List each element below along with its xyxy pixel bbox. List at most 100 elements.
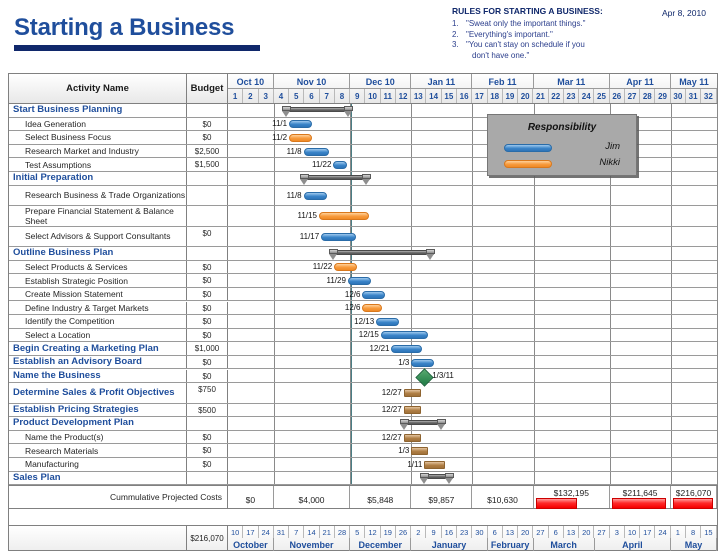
task-bar[interactable]	[333, 161, 348, 170]
gantt-row[interactable]: Establish an Advisory Board $0 1/3	[9, 355, 717, 370]
footer-month-cell: April	[595, 538, 672, 551]
task-start-date-label: 12/27	[381, 405, 402, 415]
week-header-cell: 2	[243, 89, 259, 103]
gantt-row[interactable]: Select Products & Services $0 11/22	[9, 260, 717, 275]
row-timeline-cell: 1/3/11	[228, 368, 717, 387]
rule-item: 1. "Sweat only the important things."	[452, 19, 586, 28]
summary-bar[interactable]	[283, 106, 352, 112]
gantt-row[interactable]: Create Mission Statement $0 12/6	[9, 287, 717, 302]
gantt-row[interactable]: Research Materials $0 1/3	[9, 444, 717, 458]
task-bar[interactable]	[362, 290, 386, 299]
task-bar[interactable]	[424, 460, 445, 469]
month-header-cell: Dec 10	[350, 74, 412, 89]
budget-cell: $1,500	[187, 158, 228, 171]
activity-name-label: Select Advisors & Support Consultants	[25, 231, 171, 242]
summary-bar[interactable]	[330, 249, 435, 255]
week-header-cell: 22	[549, 89, 564, 103]
footer-week-cell: 3	[610, 526, 625, 538]
week-header-cell: 15	[442, 89, 457, 103]
footer-week-cell: 14	[304, 526, 320, 538]
budget-cell	[187, 185, 228, 206]
row-timeline-cell: 12/21	[228, 342, 717, 355]
task-bar[interactable]	[334, 263, 358, 272]
row-timeline-cell	[228, 472, 717, 485]
gantt-row[interactable]: Select a Location $0 12/15	[9, 328, 717, 343]
gantt-row[interactable]: Name the Business $0 1/3/11	[9, 368, 717, 387]
row-timeline-cell	[228, 247, 717, 260]
summary-bar-endcap	[282, 105, 291, 117]
task-bar[interactable]	[289, 120, 313, 129]
gantt-row[interactable]: Establish Pricing Strategies $500 12/27	[9, 403, 717, 418]
task-bar[interactable]	[380, 331, 429, 340]
week-header-cell: 29	[655, 89, 671, 103]
task-bar[interactable]	[347, 277, 371, 286]
gantt-row[interactable]: Research Business & Trade Organizations 1…	[9, 185, 717, 207]
budget-cell: $1,000	[187, 342, 228, 355]
budget-cell: $0	[187, 355, 228, 369]
footer-week-cell: 5	[350, 526, 366, 538]
gantt-row[interactable]: Outline Business Plan	[9, 247, 717, 261]
budget-cell: $0	[187, 444, 228, 457]
budget-cell: $0	[187, 430, 228, 444]
task-bar[interactable]	[303, 147, 329, 156]
gantt-row[interactable]: Sales Plan	[9, 471, 717, 486]
task-bar[interactable]	[376, 317, 400, 326]
gantt-row[interactable]: Manufacturing $0 1/11	[9, 458, 717, 472]
task-bar[interactable]	[321, 232, 356, 241]
footer-week-cell: 10	[228, 526, 244, 538]
row-timeline-cell: 11/8	[228, 186, 717, 206]
task-bar[interactable]	[411, 358, 435, 367]
budget-cell	[187, 206, 228, 226]
task-bar[interactable]	[403, 389, 421, 398]
summary-bar-endcap	[399, 418, 409, 430]
activity-name-label: Product Development Plan	[13, 417, 134, 429]
gantt-row[interactable]: Determine Sales & Profit Objectives $750 1…	[9, 383, 717, 404]
task-bar[interactable]	[411, 447, 429, 456]
activity-name-cell: Product Development Plan	[9, 417, 187, 430]
timeline-footer: $216,070 10 17 24 31 7 14 21 28 5 12 19 26 2 9 16 23 30 6…	[9, 525, 717, 551]
gantt-row[interactable]: Establish Strategic Position $0 11/29	[9, 274, 717, 288]
gantt-row[interactable]: Begin Creating a Marketing Plan $1,000 12/…	[9, 342, 717, 356]
activity-name-cell: Select Business Focus	[9, 131, 187, 144]
title-underline	[14, 45, 260, 51]
gantt-row[interactable]: Define Industry & Target Markets $0 12/6	[9, 301, 717, 316]
gantt-row[interactable]: Name the Product(s) $0 12/27	[9, 430, 717, 445]
footer-week-cell: 20	[579, 526, 595, 538]
milestone-date-label: 1/3/11	[432, 371, 454, 381]
footer-week-cell: 27	[533, 526, 549, 538]
activity-name-label: Idea Generation	[25, 118, 86, 129]
task-bar[interactable]	[362, 304, 383, 313]
task-bar[interactable]	[403, 406, 421, 415]
month-gridline	[716, 104, 718, 486]
summary-bar[interactable]	[300, 174, 371, 180]
budget-cell: $0	[187, 226, 228, 247]
week-header-cell: 4	[274, 89, 290, 103]
summary-bar-endcap	[362, 173, 372, 185]
row-timeline-cell: 11/15	[228, 206, 717, 226]
budget-cell: $500	[187, 403, 228, 417]
task-bar[interactable]	[403, 433, 421, 442]
cumulative-cost-row: Cummulative Projected Costs $0 $4,000 $5,8…	[9, 485, 717, 510]
page-title: Starting a Business	[14, 14, 235, 41]
legend-title: Responsibility	[527, 122, 597, 133]
task-bar[interactable]	[289, 133, 313, 142]
footer-week-cell: 24	[655, 526, 671, 538]
cost-month-group: $5,848	[350, 486, 412, 509]
task-bar[interactable]	[318, 212, 369, 221]
week-header-cell: 14	[426, 89, 442, 103]
gantt-row[interactable]: Product Development Plan	[9, 417, 717, 431]
week-header-cell: 1	[228, 89, 244, 103]
task-bar[interactable]	[303, 191, 328, 200]
gantt-row[interactable]: Prepare Financial Statement & Balance Sh…	[9, 206, 717, 227]
activity-name-cell: Manufacturing	[9, 458, 187, 471]
footer-month-cell: October	[228, 538, 274, 551]
task-start-date-label: 11/8	[286, 146, 302, 156]
budget-cell: $0	[187, 458, 228, 471]
task-start-date-label: 12/6	[344, 289, 361, 299]
rule-number: 1.	[452, 19, 459, 28]
task-bar[interactable]	[391, 345, 423, 354]
gantt-row[interactable]: Select Advisors & Support Consultants $0 1…	[9, 226, 717, 248]
month-header-cell: May 11	[679, 76, 709, 87]
footer-week-cell: 9	[426, 526, 442, 538]
gantt-row[interactable]: Identify the Competition $0 12/13	[9, 315, 717, 329]
